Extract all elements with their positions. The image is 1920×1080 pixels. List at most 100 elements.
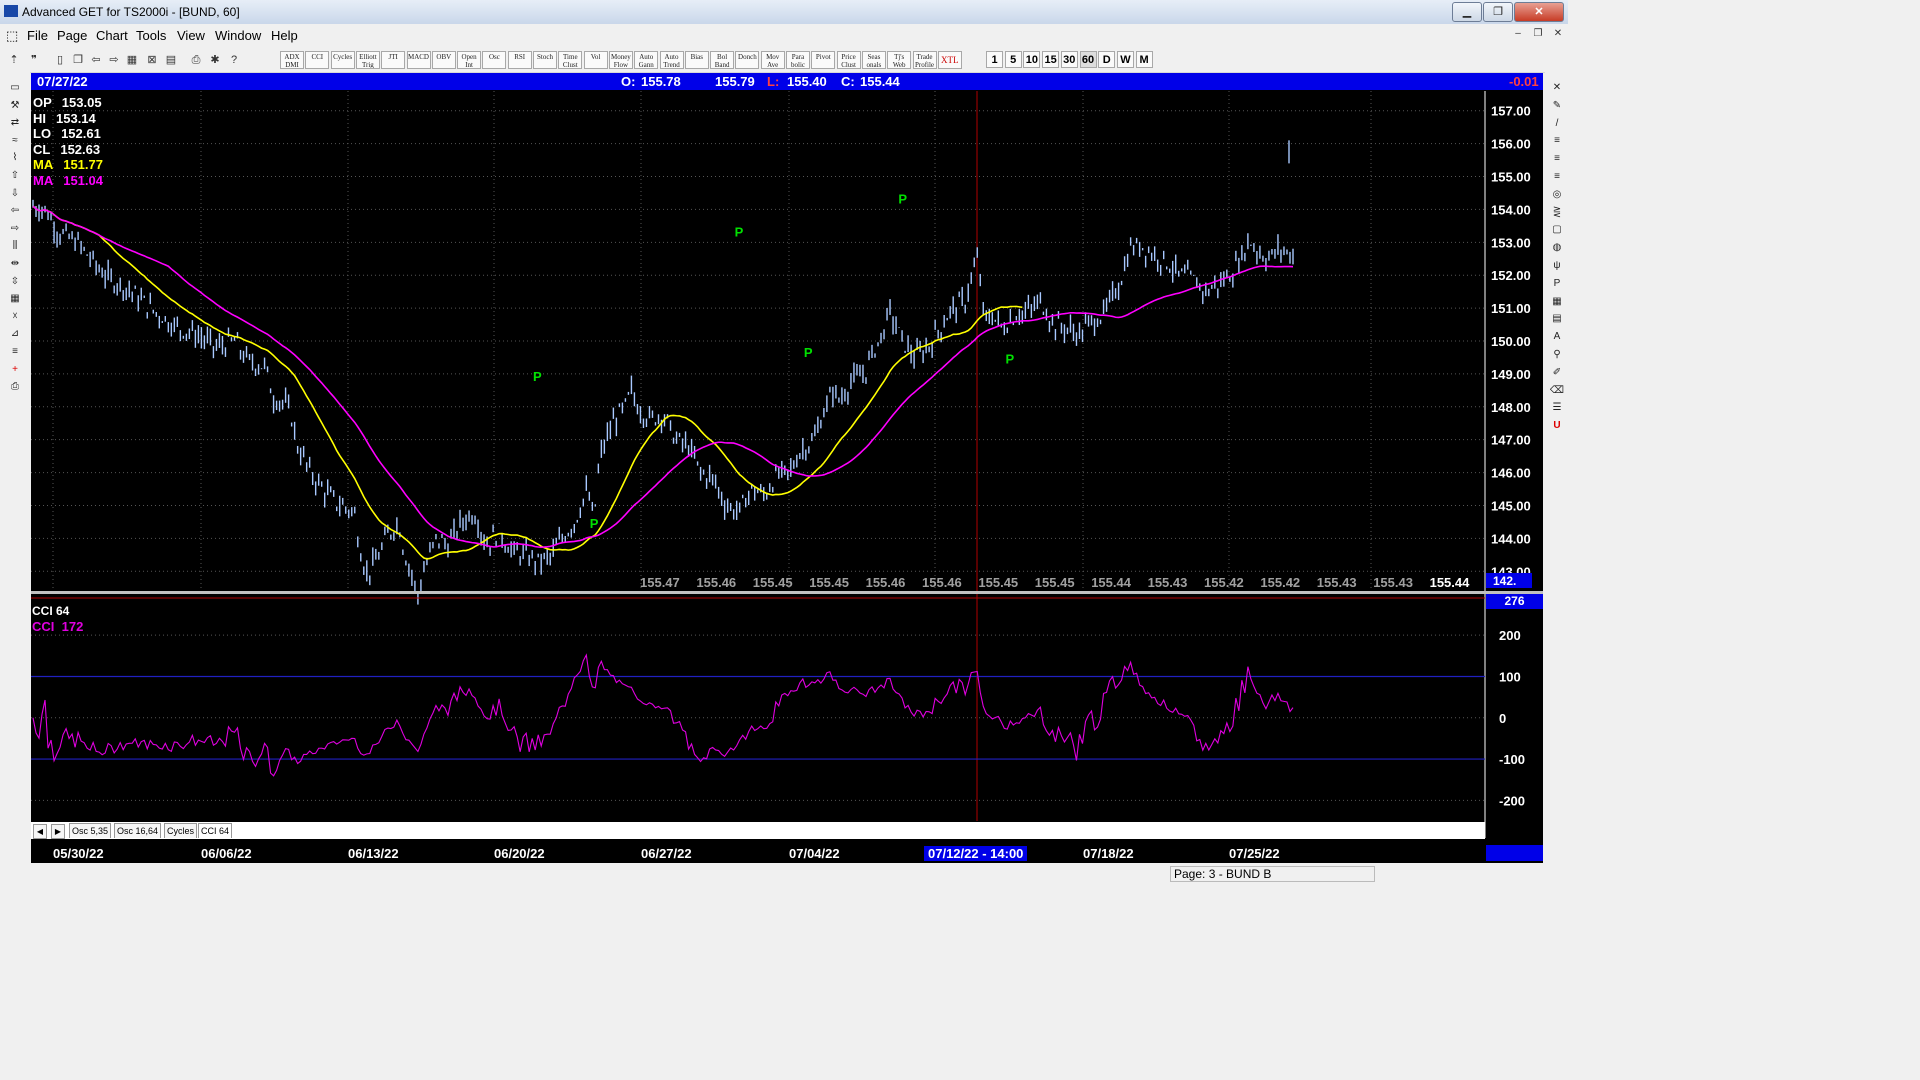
crosshair-icon[interactable]: + — [4, 362, 26, 378]
square-icon[interactable]: ▢ — [1548, 222, 1566, 238]
print-icon[interactable]: ⎙ — [4, 379, 26, 395]
magnet-icon[interactable]: U — [1548, 418, 1566, 434]
study-button[interactable]: Bias — [684, 51, 709, 69]
timeframe-button[interactable]: M — [1135, 51, 1153, 68]
new-icon[interactable]: ▯ — [52, 51, 68, 69]
down-arrow-icon[interactable]: ⇩ — [4, 186, 26, 202]
fib-ret-icon[interactable]: ≡ — [1548, 133, 1566, 149]
study-button[interactable]: Auto Gann — [634, 51, 659, 69]
grid-icon[interactable]: ▦ — [4, 291, 26, 307]
pencil-icon[interactable]: ✎ — [1548, 98, 1566, 114]
study-button[interactable]: Tj's Web — [887, 51, 912, 69]
tab-osc-5-35[interactable]: Osc 5,35 — [69, 823, 112, 838]
grid-icon[interactable]: ▦ — [124, 51, 140, 69]
quote-icon[interactable]: ❞ — [26, 51, 42, 69]
compress-icon[interactable]: ⇳ — [4, 274, 26, 290]
zoom-icon[interactable]: ⚲ — [1548, 347, 1566, 363]
study-icon[interactable]: ≈ — [4, 133, 26, 149]
spread-icon[interactable]: ⇹ — [4, 256, 26, 272]
lines-icon[interactable]: ☓ — [4, 309, 26, 325]
back-icon[interactable]: ⇦ — [88, 51, 104, 69]
chart-area[interactable]: 07/27/22 O: 155.78 155.79 L: 155.40 C: 1… — [31, 73, 1543, 863]
fan-icon[interactable]: ⋛ — [1548, 205, 1566, 221]
timeframe-button[interactable]: 60 — [1079, 51, 1097, 68]
menu-help[interactable]: Help — [271, 28, 298, 43]
timeframe-button[interactable]: W — [1116, 51, 1134, 68]
text-icon[interactable]: A — [1548, 329, 1566, 345]
table-icon[interactable]: ▦ — [1548, 294, 1566, 310]
help-icon[interactable]: ? — [226, 51, 242, 69]
eraser-icon[interactable]: ⌫ — [1548, 383, 1566, 399]
folder-icon[interactable]: ▭ — [4, 80, 26, 96]
timeframe-button[interactable]: 1 — [986, 51, 1003, 68]
study-button[interactable]: Auto Trend — [659, 51, 684, 69]
study-button[interactable]: Elliott Trig — [355, 51, 380, 69]
fib-ext-icon[interactable]: ≡ — [1548, 151, 1566, 167]
bulb-icon[interactable]: ✱ — [207, 51, 223, 69]
tools-icon[interactable]: ⚒ — [4, 98, 26, 114]
study-button[interactable]: RSI — [507, 51, 532, 69]
study-button[interactable]: Seas onals — [861, 51, 886, 69]
pin-icon[interactable]: ⇡ — [6, 51, 22, 69]
timeframe-button[interactable]: 30 — [1060, 51, 1078, 68]
pti-icon[interactable]: P — [1548, 276, 1566, 292]
menu-window[interactable]: Window — [215, 28, 261, 43]
menu-file[interactable]: File — [27, 28, 48, 43]
tab-cycles[interactable]: Cycles — [164, 823, 198, 838]
ellipse-icon[interactable]: ◍ — [1548, 240, 1566, 256]
fib-icon[interactable]: ≡ — [4, 344, 26, 360]
study-button[interactable]: Stoch — [533, 51, 557, 69]
study-button[interactable]: Para bolic — [786, 51, 810, 69]
circle-icon[interactable]: ◎ — [1548, 187, 1566, 203]
forward-icon[interactable]: ⇨ — [106, 51, 122, 69]
elliott-icon[interactable]: ⌇ — [4, 150, 26, 166]
timeframe-button[interactable]: 5 — [1004, 51, 1022, 68]
study-button[interactable]: JTI — [381, 51, 406, 69]
tab-osc-16-64[interactable]: Osc 16,64 — [114, 823, 162, 838]
study-button[interactable]: Trade Profile — [912, 51, 937, 69]
study-button[interactable]: Cycles — [330, 51, 355, 69]
chart-svg[interactable]: 157.00 156.00 155.00 154.00 153.00 152.00 151.… — [31, 91, 1543, 840]
reset-icon[interactable]: ⇄ — [4, 115, 26, 131]
right-arrow-icon[interactable]: ⇨ — [4, 221, 26, 237]
study-button[interactable]: Price Clust — [836, 51, 861, 69]
study-button[interactable]: OBV — [431, 51, 456, 69]
up-arrow-icon[interactable]: ⇧ — [4, 168, 26, 184]
timeframe-button[interactable]: 15 — [1042, 51, 1060, 68]
study-button[interactable]: Vol — [583, 51, 608, 69]
mob-icon[interactable]: ▤ — [1548, 311, 1566, 327]
menu-chart[interactable]: Chart — [96, 28, 128, 43]
study-button[interactable]: Pivot — [811, 51, 836, 69]
study-button[interactable]: XTL — [937, 51, 962, 69]
fib-time-icon[interactable]: ≡ — [1548, 169, 1566, 185]
mdi-minimize-button[interactable]: – — [1510, 28, 1526, 42]
layout-icon[interactable]: ▤ — [163, 51, 179, 69]
study-button[interactable]: Osc — [482, 51, 507, 69]
line-icon[interactable]: / — [1548, 116, 1566, 132]
mdi-close-button[interactable]: ✕ — [1550, 28, 1566, 42]
timeframe-button[interactable]: D — [1098, 51, 1116, 68]
list-icon[interactable]: ☰ — [1548, 400, 1566, 416]
study-button[interactable]: ADX DMI — [280, 51, 304, 69]
close-button[interactable]: ✕ — [1514, 2, 1564, 22]
maximize-button[interactable]: ❐ — [1483, 2, 1513, 22]
study-button[interactable]: Bol Band — [710, 51, 735, 69]
brush-icon[interactable]: ✐ — [1548, 365, 1566, 381]
gann-icon[interactable]: ⊿ — [4, 326, 26, 342]
x-icon[interactable]: ✕ — [1548, 80, 1566, 96]
mdi-restore-button[interactable]: ❐ — [1530, 28, 1546, 42]
left-arrow-icon[interactable]: ⇦ — [4, 203, 26, 219]
bars-icon[interactable]: ⫼ — [4, 238, 26, 254]
print-icon[interactable]: ⎙ — [188, 51, 204, 69]
study-button[interactable]: Time Clust — [558, 51, 583, 69]
tab-next-arrow-icon[interactable]: ▶ — [51, 824, 65, 839]
menu-view[interactable]: View — [177, 28, 205, 43]
timeframe-button[interactable]: 10 — [1023, 51, 1041, 68]
study-button[interactable]: Money Flow — [608, 51, 633, 69]
menu-tools[interactable]: Tools — [136, 28, 166, 43]
tab-cci-64[interactable]: CCI 64 — [198, 823, 233, 838]
tab-prev-arrow-icon[interactable]: ◀ — [33, 824, 47, 839]
study-button[interactable]: Donch — [735, 51, 760, 69]
study-button[interactable]: CCI — [305, 51, 330, 69]
study-button[interactable]: Open Int — [457, 51, 482, 69]
